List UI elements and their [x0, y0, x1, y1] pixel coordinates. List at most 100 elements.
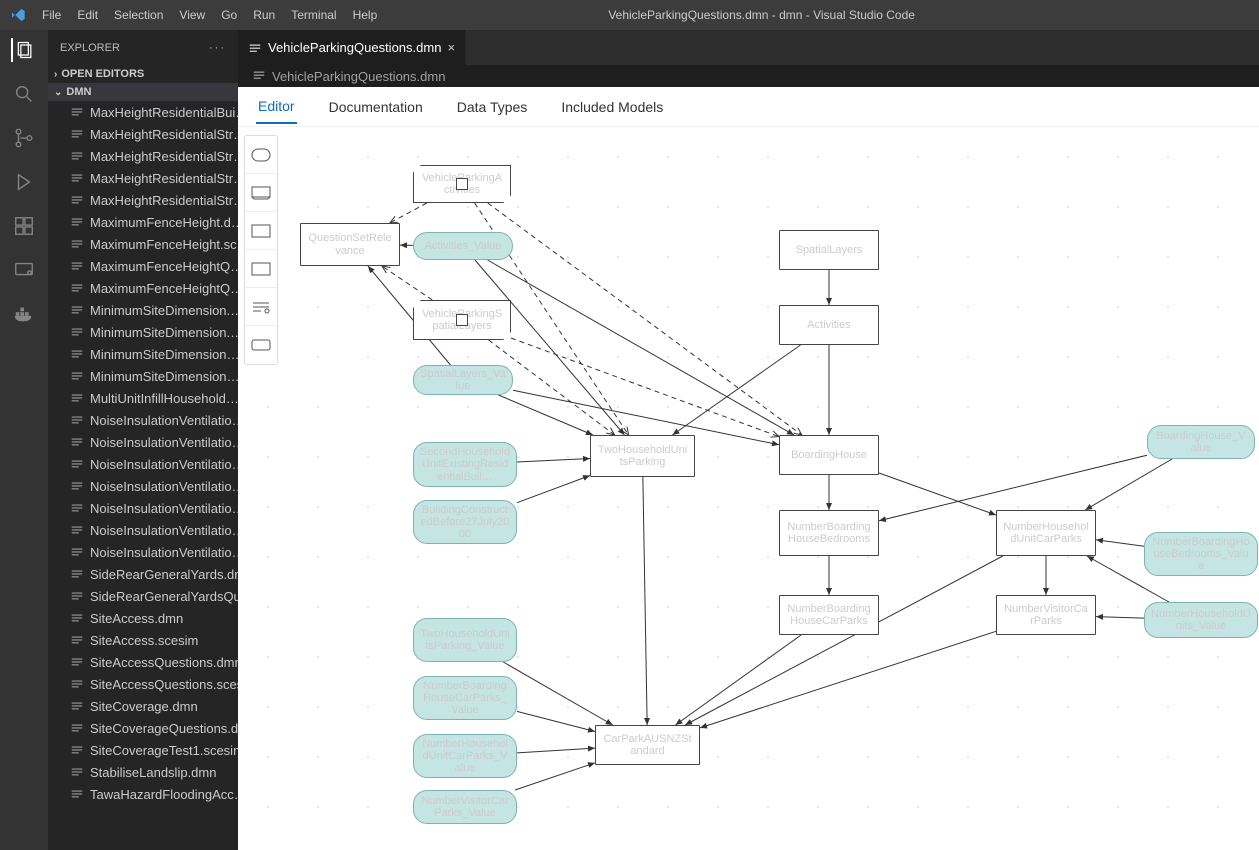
file-item[interactable]: NoiseInsulationVentilatio…: [48, 475, 238, 497]
file-icon: [70, 413, 84, 427]
dmn-node-numhhcar[interactable]: NumberHouseholdUnitCarParks: [996, 510, 1096, 556]
menu-go[interactable]: Go: [214, 8, 244, 22]
more-icon[interactable]: ···: [209, 42, 226, 54]
menu-run[interactable]: Run: [246, 8, 282, 22]
palette-group[interactable]: [245, 326, 277, 364]
menu-help[interactable]: Help: [346, 8, 385, 22]
dmn-node-numboardcar[interactable]: NumberBoardingHouseCarParks: [779, 595, 879, 635]
file-item[interactable]: SiteAccess.dmn: [48, 607, 238, 629]
dmn-node-twohh[interactable]: TwoHouseholdUnitsParking: [590, 435, 695, 477]
tab-vehicleparking[interactable]: VehicleParkingQuestions.dmn ×: [238, 30, 466, 65]
dmn-node-numvisitor[interactable]: NumberVisitorCarParks: [996, 595, 1096, 635]
file-item[interactable]: NoiseInsulationVentilatio…: [48, 453, 238, 475]
file-item[interactable]: SiteAccessQuestions.dmn: [48, 651, 238, 673]
dmn-node-numbedval[interactable]: NumberBoardingHouseBedrooms_Value: [1144, 532, 1258, 576]
file-item[interactable]: NoiseInsulationVentilatio…: [48, 431, 238, 453]
file-item[interactable]: NoiseInsulationVentilatio…: [48, 519, 238, 541]
file-icon: [70, 721, 84, 735]
dmn-node-carpark[interactable]: CarParkAUSNZStandard: [595, 725, 700, 765]
file-item[interactable]: MaxHeightResidentialBui…: [48, 101, 238, 123]
dmn-node-vpactivities[interactable]: VehicleParkingActivities: [413, 165, 511, 203]
file-item[interactable]: SiteCoverageTest1.scesim: [48, 739, 238, 761]
folder-section[interactable]: ⌄DMN: [48, 83, 238, 101]
dmn-node-activitiesrect[interactable]: Activities: [779, 305, 879, 345]
dmn-tab-included[interactable]: Included Models: [559, 91, 665, 123]
dmn-tab-datatypes[interactable]: Data Types: [455, 91, 530, 123]
edge: [517, 711, 595, 731]
file-label: NoiseInsulationVentilatio…: [90, 457, 238, 472]
dmn-node-boarding[interactable]: BoardingHouse: [779, 435, 879, 475]
file-item[interactable]: MinimumSiteDimension…: [48, 343, 238, 365]
palette-input[interactable]: [245, 174, 277, 212]
file-item[interactable]: MaximumFenceHeight.d…: [48, 211, 238, 233]
palette-text[interactable]: [245, 250, 277, 288]
palette-bkm[interactable]: [245, 212, 277, 250]
edge: [488, 260, 794, 435]
extensions-icon[interactable]: [12, 214, 36, 238]
file-item[interactable]: SiteCoverageQuestions.d…: [48, 717, 238, 739]
file-item[interactable]: SideRearGeneralYardsQu…: [48, 585, 238, 607]
edge: [517, 476, 590, 503]
file-label: StabiliseLandslip.dmn: [90, 765, 216, 780]
dmn-node-buildconstruct[interactable]: BuildingConstructedBefore27July2000: [413, 500, 517, 544]
dmn-node-vpspatial[interactable]: VehicleParkingSpatialLayers: [413, 300, 511, 340]
dmn-node-questionset[interactable]: QuestionSetRelevance: [300, 223, 400, 266]
file-item[interactable]: MinimumSiteDimension.…: [48, 321, 238, 343]
menu-selection[interactable]: Selection: [107, 8, 170, 22]
dmn-node-twohhval[interactable]: TwoHouseholdUnitsParking_Value: [413, 618, 517, 662]
dmn-tab-editor[interactable]: Editor: [256, 90, 297, 124]
file-item[interactable]: SiteAccess.scesim: [48, 629, 238, 651]
search-icon[interactable]: [12, 82, 36, 106]
file-item[interactable]: MinimumSiteDimension.…: [48, 299, 238, 321]
dmn-node-activitiesval[interactable]: Activities_Value: [413, 232, 513, 260]
file-item[interactable]: StabiliseLandslip.dmn: [48, 761, 238, 783]
menu-file[interactable]: File: [35, 8, 68, 22]
remote-icon[interactable]: [12, 258, 36, 282]
dmn-node-secondhh[interactable]: SecondHouseholdUnitExistingResidentialBu…: [413, 442, 517, 487]
palette-list[interactable]: [245, 288, 277, 326]
breadcrumb[interactable]: VehicleParkingQuestions.dmn: [238, 65, 1259, 87]
dmn-node-numhhcarval[interactable]: NumberHouseholdUnitCarParks_Value: [413, 734, 517, 778]
file-item[interactable]: SiteAccessQuestions.sces…: [48, 673, 238, 695]
file-item[interactable]: SideRearGeneralYards.dm…: [48, 563, 238, 585]
file-icon: [70, 347, 84, 361]
close-icon[interactable]: ×: [447, 40, 455, 55]
palette-decision[interactable]: [245, 136, 277, 174]
file-icon: [70, 787, 84, 801]
file-item[interactable]: MultiUnitInfillHousehold…: [48, 387, 238, 409]
dmn-node-numboardcarval[interactable]: NumberBoardingHouseCarParks_Value: [413, 676, 517, 720]
file-item[interactable]: MaximumFenceHeightQ…: [48, 277, 238, 299]
file-item[interactable]: MaxHeightResidentialStr…: [48, 145, 238, 167]
file-icon: [248, 41, 262, 55]
dmn-node-spatialrect[interactable]: SpatialLayers: [779, 230, 879, 270]
dmn-canvas[interactable]: QuestionSetRelevance VehicleParkingActivi…: [238, 127, 1259, 850]
menu-edit[interactable]: Edit: [70, 8, 105, 22]
file-icon: [70, 435, 84, 449]
file-item[interactable]: SiteCoverage.dmn: [48, 695, 238, 717]
menu-terminal[interactable]: Terminal: [284, 8, 343, 22]
file-icon: [70, 765, 84, 779]
dmn-node-spatialval[interactable]: SpatialLayers_Value: [413, 365, 513, 395]
file-item[interactable]: NoiseInsulationVentilatio…: [48, 497, 238, 519]
run-debug-icon[interactable]: [12, 170, 36, 194]
docker-icon[interactable]: [12, 302, 36, 326]
edge: [475, 260, 625, 435]
dmn-node-boardingval[interactable]: BoardingHouse_Value: [1147, 425, 1255, 459]
dmn-node-numboardbed[interactable]: NumberBoardingHouseBedrooms: [779, 510, 879, 556]
explorer-icon[interactable]: [11, 38, 35, 62]
dmn-node-numhhval[interactable]: NumberHouseholdUnits_Value: [1144, 602, 1258, 638]
open-editors-section[interactable]: ›OPEN EDITORS: [48, 65, 238, 83]
menu-view[interactable]: View: [172, 8, 212, 22]
dmn-tab-documentation[interactable]: Documentation: [327, 91, 425, 123]
file-item[interactable]: MaxHeightResidentialStr…: [48, 189, 238, 211]
file-item[interactable]: MaximumFenceHeightQ…: [48, 255, 238, 277]
file-item[interactable]: NoiseInsulationVentilatio…: [48, 541, 238, 563]
file-item[interactable]: MinimumSiteDimension…: [48, 365, 238, 387]
file-item[interactable]: MaxHeightResidentialStr…: [48, 123, 238, 145]
file-item[interactable]: MaximumFenceHeight.sc…: [48, 233, 238, 255]
file-item[interactable]: TawaHazardFloodingAcc…: [48, 783, 238, 805]
file-item[interactable]: NoiseInsulationVentilatio…: [48, 409, 238, 431]
file-item[interactable]: MaxHeightResidentialStr…: [48, 167, 238, 189]
source-control-icon[interactable]: [12, 126, 36, 150]
dmn-node-numviscarval[interactable]: NumberVisitorCarParks_Value: [413, 790, 517, 824]
